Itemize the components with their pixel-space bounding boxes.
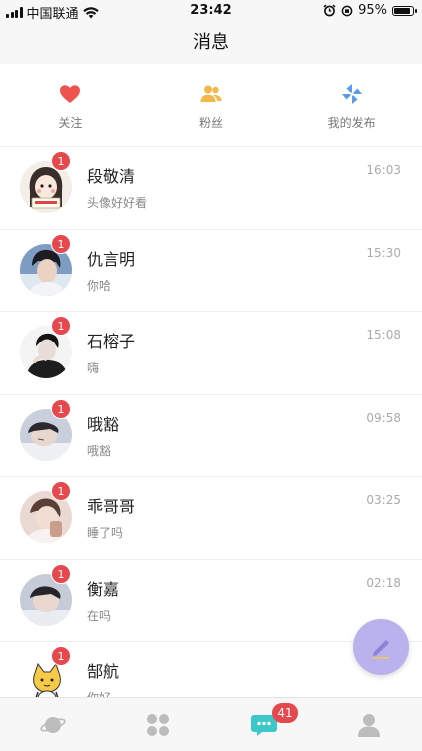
message-preview: 睡了吗 [87,524,123,541]
tab-category[interactable] [106,698,212,751]
quick-action-follow[interactable]: 关注 [0,64,141,146]
heart-icon [58,82,82,106]
message-preview: 头像好好看 [87,194,147,211]
contact-name: 仇言明 [87,246,135,270]
fans-icon [199,82,223,106]
unread-badge: 1 [51,151,71,171]
contact-name: 乖哥哥 [87,493,135,517]
pen-icon [368,634,394,660]
unread-badge: 1 [51,646,71,666]
contact-name: 段敬清 [87,163,135,187]
status-right: 95% [323,3,414,18]
quick-action-fans[interactable]: 粉丝 [141,64,282,146]
message-item[interactable]: 1 石榕子 嗨 15:08 [0,312,422,395]
contact-name: 衡嘉 [87,576,119,600]
battery-fill [394,8,410,14]
contact-name: 郜航 [87,658,119,682]
tab-bar [0,697,422,751]
message-time: 02:18 [366,576,401,590]
messages-unread-badge: 41 [272,703,298,723]
message-item[interactable]: 1 仇言明 你哈 15:30 [0,230,422,313]
tab-messages[interactable] [211,698,317,751]
tab-profile[interactable] [317,698,422,751]
message-preview: 嗨 [87,359,99,376]
battery-icon [392,6,414,16]
grid-icon [145,712,171,738]
alarm-icon [323,4,336,17]
message-time: 09:58 [366,411,401,425]
unread-badge: 1 [51,316,71,336]
quick-action-my-posts[interactable]: 我的发布 [281,64,422,146]
message-preview: 在吗 [87,607,111,624]
message-item[interactable]: 1 哦豁 哦豁 09:58 [0,395,422,478]
quick-action-label: 关注 [58,114,82,131]
unread-badge: 1 [51,234,71,254]
message-item[interactable]: 1 乖哥哥 睡了吗 03:25 [0,477,422,560]
pinwheel-icon [340,82,364,106]
quick-action-label: 我的发布 [328,114,376,131]
message-preview: 哦豁 [87,442,111,459]
message-time: 15:08 [366,328,401,342]
quick-actions: 关注 粉丝 我的发布 [0,64,422,147]
unread-badge: 1 [51,399,71,419]
message-preview: 你哈 [87,277,111,294]
message-item[interactable]: 1 段敬清 头像好好看 16:03 [0,147,422,230]
contact-name: 哦豁 [87,411,119,435]
unread-badge: 1 [51,564,71,584]
battery-percent: 95% [358,3,387,18]
page-title: 消息 [0,22,422,64]
quick-action-label: 粉丝 [199,114,223,131]
status-bar: 中国联通 23:42 95% [0,0,422,22]
contact-name: 石榕子 [87,328,135,352]
message-time: 03:25 [366,493,401,507]
planet-icon [40,712,66,738]
profile-icon [356,712,382,738]
compose-button[interactable] [353,619,409,675]
message-time: 16:03 [366,163,401,177]
tab-discover[interactable] [0,698,106,751]
orientation-lock-icon [341,5,353,17]
message-time: 15:30 [366,246,401,260]
unread-badge: 1 [51,481,71,501]
